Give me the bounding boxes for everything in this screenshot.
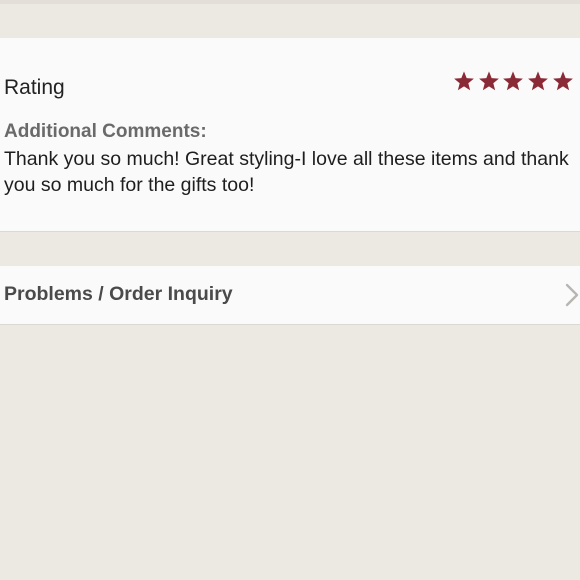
rating-label: Rating — [4, 76, 65, 99]
comments-text: Thank you so much! Great styling-I love … — [4, 148, 569, 196]
rating-stars — [452, 70, 575, 92]
star-icon — [452, 70, 477, 92]
star-icon — [526, 70, 551, 92]
star-icon — [501, 70, 526, 92]
comments-label: Additional Comments: — [4, 121, 207, 142]
chevron-right-icon — [565, 283, 579, 307]
star-icon — [477, 70, 502, 92]
order-inquiry-row[interactable]: Problems / Order Inquiry — [0, 266, 580, 325]
star-icon — [550, 70, 575, 92]
order-inquiry-label: Problems / Order Inquiry — [4, 283, 233, 305]
page: Rating Additional Comments: Thank you so… — [0, 0, 580, 580]
top-divider — [0, 0, 580, 4]
